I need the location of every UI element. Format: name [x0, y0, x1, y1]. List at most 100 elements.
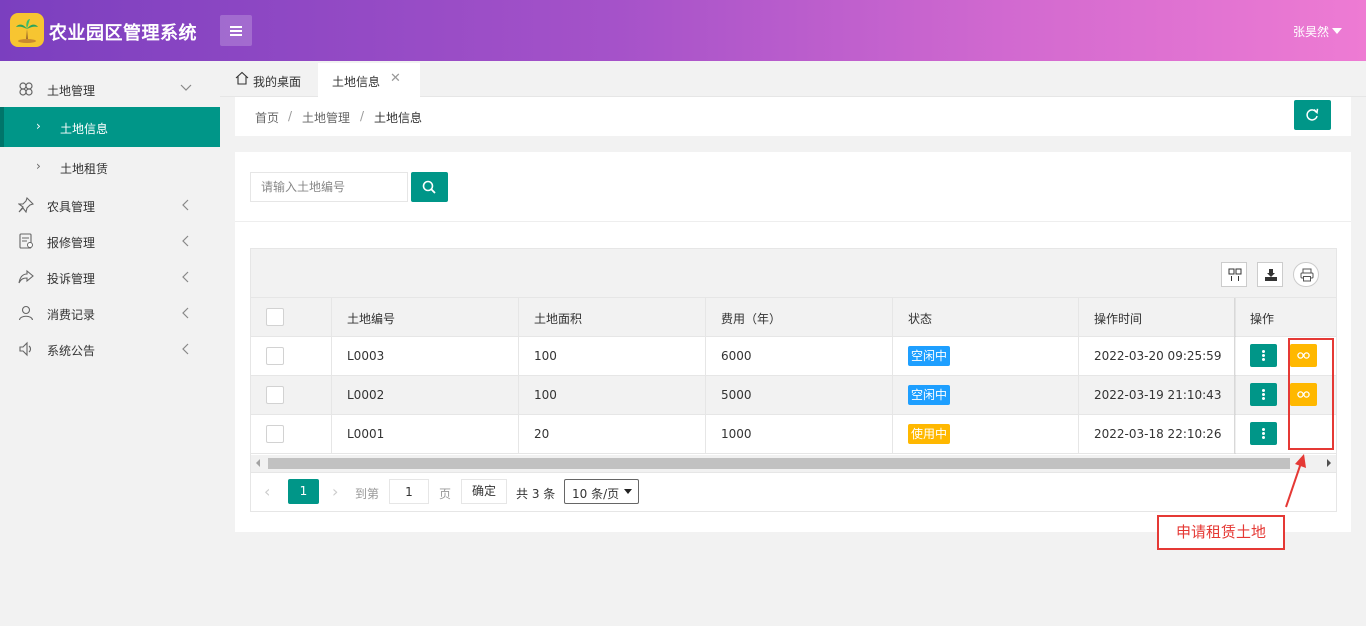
header-cell: 操作时间 — [1079, 298, 1235, 336]
fee-cell: 5000 — [706, 376, 893, 414]
menu-toggle-button[interactable] — [220, 15, 252, 46]
breadcrumb-separator: / — [288, 109, 293, 123]
land-area-cell: 20 — [519, 415, 706, 453]
next-page-icon[interactable]: › — [332, 482, 338, 501]
pin-icon — [18, 197, 34, 213]
tab-bar: 我的桌面 土地信息 ✕ — [220, 61, 1366, 97]
current-page[interactable]: 1 — [288, 479, 319, 504]
caret-down-icon[interactable] — [1332, 28, 1342, 34]
status-badge: 使用中 — [908, 424, 951, 444]
more-actions-button[interactable] — [1250, 344, 1277, 367]
land-area: 100 — [534, 349, 557, 363]
land-code-cell: L0002 — [332, 376, 519, 414]
chevron-right-icon: › — [36, 119, 41, 133]
more-vertical-icon — [1262, 428, 1265, 431]
table-row: L0002 100 5000 空闲中 2022-03-19 21:10:43 — [251, 376, 1336, 415]
breadcrumb: 首页 / 土地管理 / 土地信息 — [235, 97, 1351, 136]
land-code-cell: L0001 — [332, 415, 519, 453]
export-icon — [1265, 269, 1277, 281]
fee-cell: 1000 — [706, 415, 893, 453]
page-size-value: 10 条/页 — [572, 487, 620, 501]
export-button[interactable] — [1257, 262, 1283, 287]
land-code-search-input[interactable] — [250, 172, 408, 202]
land-area-cell: 100 — [519, 337, 706, 375]
sidebar-item-land-management[interactable]: 土地管理 — [0, 71, 220, 107]
breadcrumb-land-management[interactable]: 土地管理 — [302, 109, 350, 126]
search-button[interactable] — [411, 172, 448, 202]
column-header: 操作时间 — [1094, 312, 1143, 326]
tab-land-info[interactable]: 土地信息 ✕ — [318, 63, 420, 97]
select-all-checkbox[interactable] — [266, 308, 284, 326]
goto-label: 到第 — [355, 487, 380, 501]
scrollbar-thumb[interactable] — [268, 458, 1290, 469]
more-actions-button[interactable] — [1250, 422, 1277, 445]
tab-home[interactable]: 我的桌面 — [232, 63, 318, 97]
annual-fee: 1000 — [721, 427, 752, 441]
sidebar-item-tools[interactable]: 农具管理 — [0, 187, 220, 223]
header-cell-select — [251, 298, 332, 336]
sidebar-item-announcements[interactable]: 系统公告 — [0, 331, 220, 367]
print-button[interactable] — [1293, 262, 1319, 287]
sidebar-item-label: 农具管理 — [47, 200, 96, 214]
page-unit-label: 页 — [439, 487, 452, 501]
refresh-button[interactable] — [1294, 100, 1331, 130]
more-vertical-icon-dot — [1262, 358, 1265, 361]
column-header: 土地编号 — [347, 312, 396, 326]
column-filter-button[interactable] — [1221, 262, 1247, 287]
scroll-left-icon[interactable] — [256, 459, 260, 467]
refresh-icon — [1306, 108, 1319, 121]
prev-page-icon[interactable]: ‹ — [264, 482, 270, 501]
breadcrumb-home[interactable]: 首页 — [255, 109, 279, 126]
header-cell: 状态 — [893, 298, 1079, 336]
sidebar-item-land-lease[interactable]: › 土地租赁 — [0, 147, 220, 187]
header-cell: 土地编号 — [332, 298, 519, 336]
horizontal-scrollbar[interactable] — [251, 455, 1336, 472]
chevron-left-icon — [182, 307, 189, 319]
sidebar-item-repair[interactable]: 报修管理 — [0, 223, 220, 259]
status-badge: 空闲中 — [908, 346, 951, 366]
fixed-column-shadow — [1234, 298, 1236, 454]
row-checkbox[interactable] — [266, 347, 284, 365]
column-header: 操作 — [1250, 312, 1275, 326]
repair-form-icon — [19, 233, 33, 249]
goto-confirm-button[interactable]: 确定 — [461, 479, 507, 504]
row-select-cell — [251, 376, 332, 414]
table-header-row: 土地编号 土地面积 费用（年） 状态 操作时间 操作 — [251, 298, 1336, 337]
table-row: L0001 20 1000 使用中 2022-03-18 22:10:26 — [251, 415, 1336, 454]
print-icon — [1300, 268, 1314, 282]
column-header: 土地面积 — [534, 312, 583, 326]
more-vertical-icon-dot — [1262, 354, 1265, 357]
card-divider — [235, 221, 1351, 222]
sidebar-item-label: 土地租赁 — [60, 162, 109, 176]
sidebar-item-consumption[interactable]: 消费记录 — [0, 295, 220, 331]
row-checkbox[interactable] — [266, 425, 284, 443]
user-menu[interactable]: 张昊然 — [1293, 23, 1329, 40]
columns-icon — [1228, 268, 1242, 281]
row-checkbox[interactable] — [266, 386, 284, 404]
sidebar-item-land-info[interactable]: › 土地信息 — [0, 107, 220, 147]
sidebar-item-complaints[interactable]: 投诉管理 — [0, 259, 220, 295]
tab-land-info-label: 土地信息 — [332, 75, 381, 89]
breadcrumb-separator: / — [360, 109, 365, 123]
header-cell: 费用（年） — [706, 298, 893, 336]
sidebar-item-label: 报修管理 — [47, 236, 96, 250]
page-size-select[interactable]: 10 条/页 — [564, 479, 639, 504]
time-cell: 2022-03-19 21:10:43 — [1079, 376, 1235, 414]
more-vertical-icon-dot — [1262, 393, 1265, 396]
share-arrow-icon — [18, 269, 34, 284]
hamburger-icon — [230, 26, 242, 28]
more-vertical-icon-dot — [1262, 432, 1265, 435]
scroll-right-icon[interactable] — [1327, 459, 1331, 467]
close-icon[interactable]: ✕ — [390, 71, 401, 86]
annual-fee: 6000 — [721, 349, 752, 363]
row-select-cell — [251, 415, 332, 453]
table-row: L0003 100 6000 空闲中 2022-03-20 09:25:59 — [251, 337, 1336, 376]
chevron-right-icon: › — [36, 159, 41, 173]
user-icon — [18, 305, 34, 321]
home-icon — [235, 71, 249, 85]
column-header: 状态 — [908, 312, 933, 326]
more-actions-button[interactable] — [1250, 383, 1277, 406]
goto-page-input[interactable] — [389, 479, 429, 504]
breadcrumb-current: 土地信息 — [374, 111, 423, 125]
chevron-left-icon — [182, 271, 189, 283]
